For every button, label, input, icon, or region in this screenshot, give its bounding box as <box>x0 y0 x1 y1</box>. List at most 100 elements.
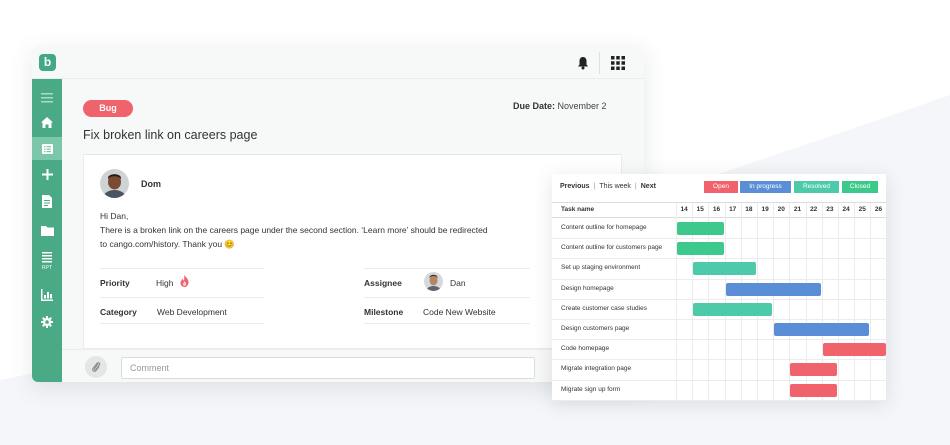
gantt-task-bar[interactable] <box>677 222 724 235</box>
top-bar: b <box>32 46 644 79</box>
gantt-task-name[interactable]: Content outline for customers page <box>561 244 662 251</box>
apps-grid-icon[interactable] <box>610 55 626 71</box>
gantt-row-line <box>552 258 886 260</box>
gantt-day-label: 14 <box>680 206 688 213</box>
gantt-task-bar[interactable] <box>822 343 886 357</box>
gantt-row-line <box>552 399 886 401</box>
task-title: Fix broken link on careers page <box>83 128 258 142</box>
gantt-day-label: 26 <box>874 206 883 213</box>
report-icon[interactable]: RPT <box>32 247 62 275</box>
folder-icon[interactable] <box>32 219 62 242</box>
gantt-row-line <box>552 379 886 381</box>
category-value[interactable]: Web Development <box>157 307 227 317</box>
gantt-day-label: 24 <box>842 206 850 213</box>
legend-resolved: Resolved <box>794 181 839 193</box>
gantt-column-line <box>886 203 888 400</box>
svg-text:RPT: RPT <box>42 265 52 270</box>
message-line: to cango.com/history. Thank you 😊 <box>100 239 235 249</box>
gantt-day-label: 18 <box>745 206 753 213</box>
gantt-column-line <box>773 203 775 400</box>
divider <box>364 297 530 298</box>
gantt-day-label: 21 <box>793 206 802 213</box>
gantt-column-line <box>870 203 872 400</box>
gantt-row-line <box>552 339 886 341</box>
gantt-task-bar[interactable] <box>790 383 837 397</box>
gantt-column-line <box>838 203 839 400</box>
priority-value[interactable]: High <box>156 278 173 288</box>
message-line: There is a broken link on the careers pa… <box>100 225 488 235</box>
gantt-nav: Previous | This week | Next <box>560 183 656 190</box>
assignee-label: Assignee <box>364 278 402 288</box>
next-button[interactable]: Next <box>641 183 656 190</box>
gantt-day-label: 16 <box>712 206 721 213</box>
divider <box>364 323 530 324</box>
gear-icon[interactable] <box>32 310 62 333</box>
chart-icon[interactable] <box>32 283 62 306</box>
priority-label: Priority <box>100 278 130 288</box>
comment-input[interactable] <box>121 357 535 379</box>
task-type-badge[interactable]: Bug <box>83 100 133 117</box>
gantt-task-name[interactable]: Set up staging environment <box>561 264 640 271</box>
gantt-column-line <box>854 203 856 400</box>
assignee-value[interactable]: Dan <box>450 278 466 288</box>
menu-icon[interactable] <box>32 86 62 109</box>
divider <box>364 268 530 269</box>
gantt-task-name[interactable]: Code homepage <box>561 345 609 352</box>
gantt-task-name[interactable]: Migrate sign up form <box>561 386 620 393</box>
gantt-day-label: 19 <box>761 206 769 213</box>
task-card: Dom Hi Dan, There is a broken link on th… <box>83 154 622 349</box>
gantt-task-name[interactable]: Design customers page <box>561 325 629 332</box>
gantt-row-line <box>552 359 886 361</box>
gantt-column-line <box>724 203 726 400</box>
gantt-column-line <box>740 203 742 400</box>
previous-button[interactable]: Previous <box>560 183 590 190</box>
message-line: Hi Dan, <box>100 211 129 221</box>
gantt-day-label: 23 <box>826 206 834 213</box>
gantt-task-bar[interactable] <box>725 282 821 296</box>
gantt-task-bar[interactable] <box>693 302 773 316</box>
gantt-task-name[interactable]: Create customer case studies <box>561 305 647 312</box>
divider <box>100 297 264 298</box>
app-logo[interactable]: b <box>39 54 56 71</box>
milestone-label: Milestone <box>364 307 404 317</box>
gantt-task-bar[interactable] <box>790 363 837 377</box>
legend-open: Open <box>704 181 738 193</box>
gantt-day-label: 20 <box>777 206 785 213</box>
comment-author: Dom <box>141 179 161 189</box>
gantt-header-top <box>552 202 886 203</box>
home-icon[interactable] <box>32 111 62 134</box>
plus-icon[interactable] <box>32 163 62 186</box>
category-label: Category <box>100 307 137 317</box>
milestone-value[interactable]: Code New Website <box>423 307 496 317</box>
gantt-task-bar[interactable] <box>693 262 756 276</box>
topbar-divider <box>599 52 600 74</box>
due-date-value: November 2 <box>557 101 607 111</box>
flame-icon <box>180 275 189 287</box>
attach-button[interactable] <box>85 356 107 378</box>
gantt-task-name[interactable]: Design homepage <box>561 285 614 292</box>
gantt-day-label: 15 <box>696 206 704 213</box>
divider <box>100 268 264 269</box>
task-name-header: Task name <box>561 206 595 213</box>
list-icon[interactable] <box>32 137 62 160</box>
gantt-row-line <box>552 238 886 240</box>
document-icon[interactable] <box>32 190 62 213</box>
divider <box>100 323 264 324</box>
sidebar: RPT <box>32 79 62 382</box>
this-week-button[interactable]: This week <box>599 183 631 190</box>
gantt-task-bar[interactable] <box>677 242 724 256</box>
gantt-column-line <box>757 203 758 400</box>
gantt-task-bar[interactable] <box>774 323 870 336</box>
gantt-day-label: 17 <box>729 206 737 213</box>
gantt-task-name[interactable]: Migrate integration page <box>561 365 631 372</box>
paperclip-icon <box>92 362 101 372</box>
legend-in-progress: In progress <box>740 181 791 193</box>
gantt-row-line <box>552 278 886 280</box>
legend-closed: Closed <box>842 181 878 193</box>
gantt-task-name[interactable]: Content outline for homepage <box>561 224 647 231</box>
gantt-row-line <box>552 298 886 300</box>
gantt-row-line <box>552 319 886 320</box>
bell-icon[interactable] <box>575 55 591 71</box>
due-date-label: Due Date: <box>513 101 556 111</box>
assignee-avatar <box>424 272 443 291</box>
